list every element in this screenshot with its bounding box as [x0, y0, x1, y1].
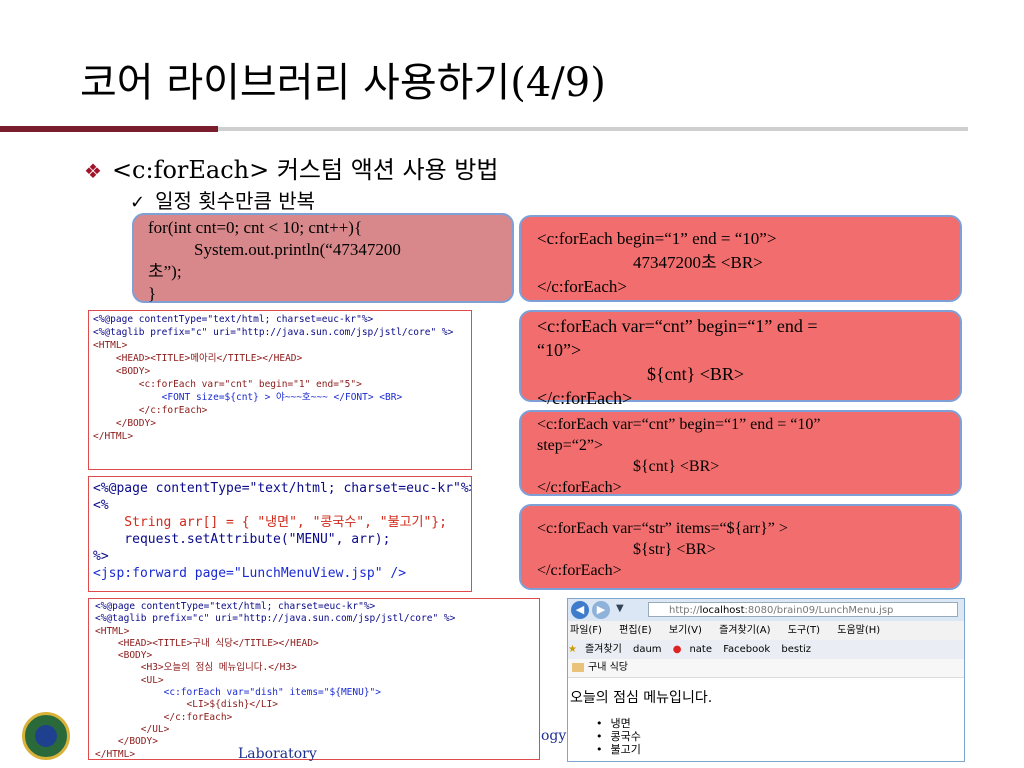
code-line: request.setAttribute("MENU", arr);: [93, 532, 391, 547]
code-line: <jsp:forward page="LunchMenuView.jsp" />: [93, 566, 407, 581]
code-line: for(int cnt=0; cnt < 10; cnt++){: [148, 218, 363, 237]
code-line: <LI>${dish}</LI>: [95, 699, 279, 711]
fav-daum[interactable]: daum: [633, 644, 662, 655]
lunch-menu-jsp-code-screenshot: <%@page contentType="text/html; charset=…: [88, 476, 472, 592]
browser-window: ◀ ▶ ▼ http://localhost:8080/brain09/Lunc…: [567, 598, 965, 762]
browser-menu-bar: 파일(F) 편집(E) 보기(V) 즐겨찾기(A) 도구(T) 도움말(H): [568, 621, 964, 640]
code-line: <%@taglib prefix="c" uri="http://java.su…: [93, 327, 454, 338]
code-line: ${cnt} <BR>: [633, 458, 720, 475]
code-line: </HTML>: [93, 431, 134, 442]
code-line: ${cnt} <BR>: [647, 364, 745, 384]
code-line: <BODY>: [93, 366, 151, 377]
foreach-var-box: <c:forEach var=“cnt” begin=“1” end = “10…: [519, 310, 962, 408]
code-line: String arr[] = { "냉면", "콩국수", "불고기"};: [93, 515, 447, 530]
footer-lab-text: Laboratory: [238, 746, 317, 762]
bullet-level1-text: <c:forEach> 커스텀 액션 사용 방법: [111, 156, 499, 184]
code-line: <HEAD><TITLE>구내 식당</TITLE></HEAD>: [95, 637, 319, 649]
code-line: <FONT size=${cnt} > 야~~~호~~~ </FONT> <BR…: [93, 392, 403, 403]
code-line: <c:forEach var=“cnt” begin=“1” end = “10…: [537, 416, 821, 433]
bullet-level2: ✓ 일정 횟수만큼 반복: [130, 185, 315, 214]
university-logo-icon: [22, 712, 70, 760]
code-line: <%@page contentType="text/html; charset=…: [93, 314, 374, 325]
tab-title: 구내 식당: [588, 662, 628, 673]
code-line: <c:forEach begin=“1” end = “10”>: [537, 229, 777, 248]
echo-jsp-code-screenshot: <%@page contentType="text/html; charset=…: [88, 310, 472, 470]
foreach-step-box: <c:forEach var=“cnt” begin=“1” end = “10…: [519, 410, 962, 496]
code-line: <%@page contentType="text/html; charset=…: [93, 481, 472, 496]
code-line: <c:forEach var="dish" items="${MENU}">: [95, 687, 381, 699]
code-line: </UL>: [95, 723, 170, 735]
fav-facebook[interactable]: Facebook: [723, 644, 770, 655]
nate-icon: ●: [672, 644, 682, 655]
code-line: }: [148, 284, 157, 303]
address-bar[interactable]: http://localhost:8080/brain09/LunchMenu.…: [648, 602, 958, 617]
code-line: “10”>: [537, 340, 582, 360]
star-icon: ★: [568, 644, 577, 655]
code-line: <%@page contentType="text/html; charset=…: [95, 601, 376, 612]
code-line: </BODY>: [93, 418, 156, 429]
list-item: 콩국수: [596, 730, 641, 743]
menu-view[interactable]: 보기(V): [669, 625, 702, 636]
code-line: System.out.println(“47347200: [194, 240, 401, 259]
bullet-level1: ❖ <c:forEach> 커스텀 액션 사용 방법: [84, 150, 498, 185]
code-line: <HTML>: [93, 340, 128, 351]
fav-nate[interactable]: nate: [689, 644, 712, 655]
title-underline-accent: [0, 126, 218, 132]
foreach-begin-end-box: <c:forEach begin=“1” end = “10”> 4734720…: [519, 215, 962, 302]
footer-fragment-text: ogy: [541, 728, 567, 744]
chevron-down-icon[interactable]: ▼: [616, 603, 624, 614]
page-heading: 오늘의 점심 메뉴입니다.: [570, 690, 713, 706]
code-line: 47347200초 <BR>: [633, 253, 763, 272]
code-line: </c:forEach>: [537, 277, 627, 296]
code-line: <H3>오늘의 점심 메뉴입니다.</H3>: [95, 662, 297, 674]
code-line: </c:forEach>: [537, 479, 622, 496]
diamond-bullet-icon: ❖: [84, 159, 102, 183]
favorites-bar: ★ 즐겨찾기 daum ● nate Facebook bestiz: [568, 640, 964, 659]
code-line: %>: [93, 549, 109, 564]
code-line: step=“2”>: [537, 437, 604, 454]
menu-help[interactable]: 도움말(H): [837, 625, 880, 636]
code-line: <UL>: [95, 674, 164, 686]
code-line: ${str} <BR>: [633, 541, 716, 558]
forward-icon[interactable]: ▶: [592, 601, 610, 619]
menu-file[interactable]: 파일(F): [570, 625, 602, 636]
foreach-items-box: <c:forEach var=“str” items=“${arr}” > ${…: [519, 504, 962, 590]
title-underline: [218, 127, 968, 131]
lunch-menu-view-jsp-code-screenshot: <%@page contentType="text/html; charset=…: [88, 598, 540, 760]
bullet-level2-text: 일정 횟수만큼 반복: [155, 189, 316, 213]
menu-list: 냉면 콩국수 불고기: [596, 717, 641, 756]
slide-title: 코어 라이브러리 사용하기(4/9): [80, 60, 606, 106]
list-item: 불고기: [596, 743, 641, 756]
page-icon: [572, 662, 584, 672]
code-line: <BODY>: [95, 650, 153, 662]
browser-nav-bar: ◀ ▶ ▼ http://localhost:8080/brain09/Lunc…: [568, 599, 964, 621]
menu-favorites[interactable]: 즐겨찾기(A): [719, 625, 770, 636]
list-item: 냉면: [596, 717, 641, 730]
code-line: </c:forEach>: [95, 711, 233, 723]
code-line: </c:forEach>: [537, 562, 622, 579]
code-line: <c:forEach var=“str” items=“${arr}” >: [537, 520, 788, 537]
back-icon[interactable]: ◀: [571, 601, 589, 619]
code-line: <c:forEach var="cnt" begin="1" end="5">: [93, 379, 362, 390]
fav-bestiz[interactable]: bestiz: [781, 644, 811, 655]
java-loop-code-box: for(int cnt=0; cnt < 10; cnt++){ System.…: [132, 213, 514, 303]
favorites-button[interactable]: 즐겨찾기: [585, 644, 622, 655]
code-line: </c:forEach>: [93, 405, 208, 416]
code-line: <c:forEach var=“cnt” begin=“1” end =: [537, 316, 818, 336]
code-line: 초”);: [148, 262, 182, 281]
code-line: <%@taglib prefix="c" uri="http://java.su…: [95, 613, 456, 625]
code-line: <%: [93, 498, 109, 513]
code-line: <HTML>: [95, 625, 130, 637]
menu-tools[interactable]: 도구(T): [788, 625, 820, 636]
code-line: <HEAD><TITLE>메아리</TITLE></HEAD>: [93, 353, 303, 364]
menu-edit[interactable]: 편집(E): [619, 625, 652, 636]
checkmark-bullet-icon: ✓: [130, 192, 146, 213]
code-line: </c:forEach>: [537, 388, 633, 408]
page-tab[interactable]: 구내 식당: [568, 659, 964, 678]
